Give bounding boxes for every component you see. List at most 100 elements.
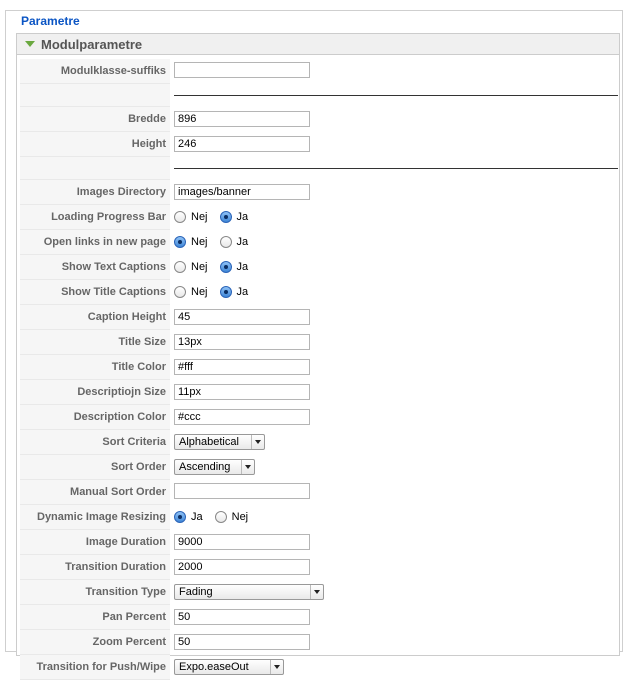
param-row: Sort Order Ascending (20, 454, 618, 480)
module-parameters-panel: Modulparametre Modulklasse-suffiks Bredd… (16, 33, 620, 680)
loading-progress-bar-ja-radio[interactable] (219, 211, 232, 223)
transition-duration-input[interactable]: 2000 (174, 559, 310, 575)
param-row: Manual Sort Order (20, 479, 618, 505)
field-label: Image Duration (20, 529, 170, 555)
dynamic-resizing-nej-radio[interactable] (214, 511, 227, 523)
param-row: Images Directory images/banner (20, 179, 618, 205)
radio-label: Ja (236, 286, 249, 298)
chevron-down-icon (310, 585, 323, 599)
radio-label: Nej (231, 511, 249, 523)
param-row: Caption Height 45 (20, 304, 618, 330)
panel-title: Modulparametre (41, 36, 143, 52)
param-row: Transition Type Fading (20, 579, 618, 605)
field-label: Manual Sort Order (20, 479, 170, 505)
select-value: Ascending (179, 461, 231, 473)
show-text-captions-nej-radio[interactable] (174, 261, 186, 273)
select-value: Expo.easeOut (179, 661, 249, 673)
parameters-fieldset: Parametre Modulparametre Modulklasse-suf… (5, 10, 623, 680)
open-links-ja-radio[interactable] (219, 236, 232, 248)
field-label: Dynamic Image Resizing (20, 504, 170, 530)
field-label: Bredde (20, 106, 170, 132)
field-label: Title Size (20, 329, 170, 355)
field-label: Sort Order (20, 454, 170, 480)
field-label: Sort Criteria (20, 429, 170, 455)
param-row: Zoom Percent 50 (20, 629, 618, 655)
field-label: Show Title Captions (20, 279, 170, 305)
field-label: Descriptiojn Size (20, 379, 170, 405)
dynamic-resizing-ja-radio[interactable] (174, 511, 186, 523)
chevron-down-icon (270, 660, 283, 674)
param-row: Show Text Captions Nej Ja (20, 254, 618, 280)
field-label: Open links in new page (20, 229, 170, 255)
divider (174, 94, 618, 96)
select-value: Alphabetical (179, 436, 239, 448)
collapse-triangle-icon[interactable] (25, 41, 35, 47)
param-row: Show Title Captions Nej Ja (20, 279, 618, 305)
param-row: Title Color #fff (20, 354, 618, 380)
pan-percent-input[interactable]: 50 (174, 609, 310, 625)
chevron-down-icon (241, 460, 254, 474)
param-row: Descriptiojn Size 11px (20, 379, 618, 405)
fieldset-legend: Parametre (18, 14, 83, 28)
select-value: Fading (179, 586, 213, 598)
zoom-percent-input[interactable]: 50 (174, 634, 310, 650)
title-size-input[interactable]: 13px (174, 334, 310, 350)
radio-label: Nej (191, 236, 208, 248)
panel-header[interactable]: Modulparametre (17, 34, 619, 55)
caption-height-input[interactable]: 45 (174, 309, 310, 325)
manual-sort-order-input[interactable] (174, 482, 310, 499)
radio-label: Ja (236, 236, 249, 248)
field-label: Transition for Push/Wipe (20, 654, 170, 680)
transition-push-wipe-select[interactable]: Expo.easeOut (174, 659, 284, 675)
radio-label: Ja (236, 211, 249, 223)
show-text-captions-ja-radio[interactable] (219, 261, 232, 273)
param-row: Image Duration 9000 (20, 529, 618, 555)
loading-progress-bar-nej-radio[interactable] (174, 211, 186, 223)
image-duration-input[interactable]: 9000 (174, 534, 310, 550)
radio-label: Ja (191, 511, 203, 523)
transition-type-select[interactable]: Fading (174, 584, 324, 600)
separator-row (20, 156, 618, 180)
height-input[interactable]: 246 (174, 136, 310, 152)
chevron-down-icon (251, 435, 264, 449)
param-row: Transition Duration 2000 (20, 554, 618, 580)
radio-label: Nej (191, 286, 208, 298)
show-title-captions-ja-radio[interactable] (219, 286, 232, 298)
field-label: Show Text Captions (20, 254, 170, 280)
param-row: Modulklasse-suffiks (20, 59, 618, 84)
description-size-input[interactable]: 11px (174, 384, 310, 400)
radio-label: Nej (191, 211, 208, 223)
field-label: Pan Percent (20, 604, 170, 630)
field-label: Height (20, 131, 170, 157)
radio-label: Nej (191, 261, 208, 273)
field-label: Images Directory (20, 179, 170, 205)
param-row: Loading Progress Bar Nej Ja (20, 204, 618, 230)
field-label: Transition Duration (20, 554, 170, 580)
param-row: Bredde 896 (20, 106, 618, 132)
field-label: Caption Height (20, 304, 170, 330)
param-row: Dynamic Image Resizing Ja Nej (20, 504, 618, 530)
param-row: Sort Criteria Alphabetical (20, 429, 618, 455)
param-row: Open links in new page Nej Ja (20, 229, 618, 255)
description-color-input[interactable]: #ccc (174, 409, 310, 425)
field-label: Loading Progress Bar (20, 204, 170, 230)
param-row: Description Color #ccc (20, 404, 618, 430)
sort-criteria-select[interactable]: Alphabetical (174, 434, 265, 450)
param-row: Transition for Push/Wipe Expo.easeOut (20, 654, 618, 680)
bredde-input[interactable]: 896 (174, 111, 310, 127)
separator-row (20, 83, 618, 107)
radio-label: Ja (236, 261, 249, 273)
field-label: Zoom Percent (20, 629, 170, 655)
images-directory-input[interactable]: images/banner (174, 184, 310, 200)
param-row: Pan Percent 50 (20, 604, 618, 630)
show-title-captions-nej-radio[interactable] (174, 286, 186, 298)
field-label: Title Color (20, 354, 170, 380)
open-links-nej-radio[interactable] (174, 236, 186, 248)
title-color-input[interactable]: #fff (174, 359, 310, 375)
modulklasse-suffiks-input[interactable] (174, 61, 310, 78)
field-label: Transition Type (20, 579, 170, 605)
divider (174, 167, 618, 169)
field-label: Description Color (20, 404, 170, 430)
sort-order-select[interactable]: Ascending (174, 459, 255, 475)
param-row: Title Size 13px (20, 329, 618, 355)
